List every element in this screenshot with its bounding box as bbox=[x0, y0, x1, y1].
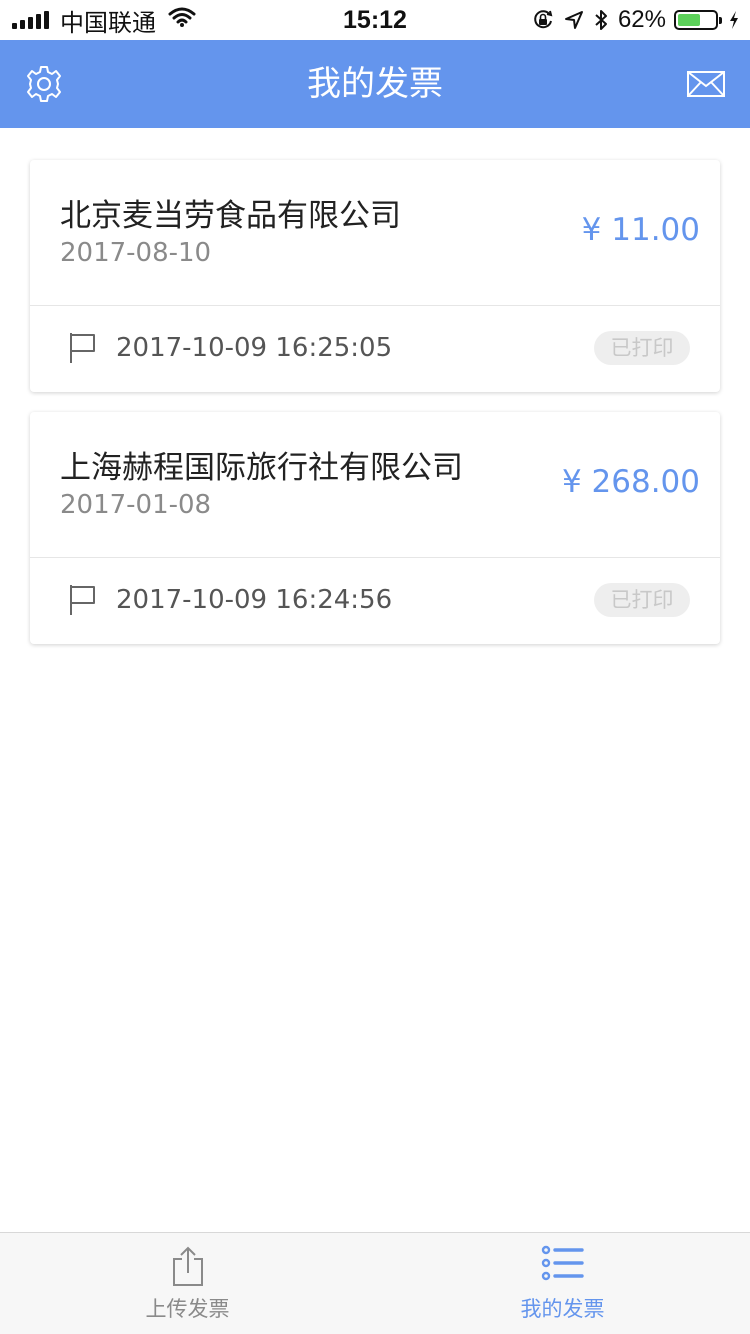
upload-time: 2017-10-09 16:25:05 bbox=[116, 333, 393, 363]
invoice-date: 2017-01-08 bbox=[60, 490, 212, 520]
status-badge: 已打印 bbox=[594, 331, 690, 365]
tab-bar: 上传发票 我的发票 bbox=[0, 1232, 750, 1334]
location-icon bbox=[564, 10, 584, 30]
invoice-card-footer: 2017-10-09 16:25:05 已打印 bbox=[30, 305, 720, 392]
charging-icon bbox=[728, 10, 740, 30]
bluetooth-icon bbox=[594, 9, 608, 31]
invoice-card-footer: 2017-10-09 16:24:56 已打印 bbox=[30, 557, 720, 644]
status-bar: 中国联通 15:12 62% bbox=[0, 0, 750, 40]
flag-icon bbox=[68, 331, 98, 369]
battery-icon bbox=[674, 10, 722, 30]
mail-button[interactable] bbox=[684, 62, 728, 106]
orientation-lock-icon bbox=[532, 9, 554, 31]
mail-icon bbox=[687, 71, 725, 97]
flag-icon bbox=[68, 583, 98, 621]
company-name: 上海赫程国际旅行社有限公司 bbox=[60, 450, 463, 486]
status-right: 62% bbox=[522, 0, 740, 40]
battery-level bbox=[678, 14, 700, 26]
tab-my-invoices[interactable]: 我的发票 bbox=[375, 1233, 750, 1334]
nav-bar: 我的发票 bbox=[0, 40, 750, 128]
invoice-amount: ¥ 11.00 bbox=[581, 212, 700, 248]
invoice-list: 北京麦当劳食品有限公司 2017-08-10 ¥ 11.00 2017-10-0… bbox=[30, 160, 720, 664]
tab-label: 上传发票 bbox=[145, 1297, 230, 1321]
company-name: 北京麦当劳食品有限公司 bbox=[60, 198, 401, 234]
invoice-amount: ¥ 268.00 bbox=[561, 464, 700, 500]
tab-label: 我的发票 bbox=[520, 1297, 605, 1321]
upload-time: 2017-10-09 16:24:56 bbox=[116, 585, 393, 615]
invoice-card-header: 上海赫程国际旅行社有限公司 2017-01-08 ¥ 268.00 bbox=[30, 412, 720, 558]
invoice-date: 2017-08-10 bbox=[60, 238, 212, 268]
invoice-card[interactable]: 北京麦当劳食品有限公司 2017-08-10 ¥ 11.00 2017-10-0… bbox=[30, 160, 720, 392]
status-badge: 已打印 bbox=[594, 583, 690, 617]
list-icon bbox=[541, 1245, 585, 1285]
invoice-card-header: 北京麦当劳食品有限公司 2017-08-10 ¥ 11.00 bbox=[30, 160, 720, 306]
battery-percent: 62% bbox=[617, 6, 666, 33]
upload-icon bbox=[171, 1245, 205, 1291]
invoice-card[interactable]: 上海赫程国际旅行社有限公司 2017-01-08 ¥ 268.00 2017-1… bbox=[30, 412, 720, 644]
tab-upload-invoice[interactable]: 上传发票 bbox=[0, 1233, 375, 1334]
page-title: 我的发票 bbox=[307, 64, 443, 104]
